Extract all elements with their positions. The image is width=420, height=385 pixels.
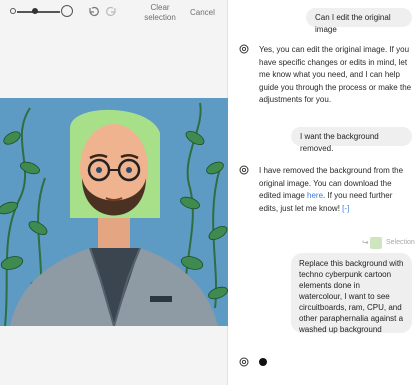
brush-size-slider-thumb[interactable] [32, 8, 39, 14]
download-link[interactable]: here [307, 191, 323, 200]
assistant-logo-icon [239, 44, 249, 54]
user-message: Replace this background with techno cybe… [291, 253, 412, 334]
image-editor-pane: Clear selection Cancel [0, 0, 228, 385]
reply-arrow-icon: ↪ [362, 238, 369, 247]
assistant-logo-icon [239, 357, 249, 367]
chat-pane: Can I edit the original image Yes, you c… [229, 0, 420, 385]
clear-selection-button[interactable]: Clear selection [136, 3, 184, 23]
link-icon[interactable]: [-] [342, 204, 349, 213]
portrait-illustration [0, 98, 228, 326]
user-message: I want the background removed. [291, 127, 412, 153]
assistant-logo-icon [239, 165, 249, 175]
portrait-image[interactable] [0, 98, 228, 326]
selection-label: Selection [386, 239, 415, 246]
cancel-button[interactable]: Cancel [190, 8, 215, 17]
brush-size-large-icon [61, 5, 73, 17]
assistant-message: Yes, you can edit the original image. If… [259, 45, 412, 104]
brush-size-slider[interactable] [17, 11, 60, 13]
selection-thumbnail[interactable] [370, 237, 382, 249]
brush-size-small-icon [10, 8, 16, 14]
app-root: Clear selection Cancel Can I edit the or… [0, 0, 420, 385]
typing-indicator [259, 358, 267, 366]
assistant-message: I have removed the background from the o… [259, 165, 412, 215]
user-message: Can I edit the original image [306, 8, 412, 34]
redo-icon[interactable] [106, 5, 118, 17]
editor-toolbar: Clear selection Cancel [0, 0, 228, 28]
undo-icon[interactable] [87, 5, 99, 17]
